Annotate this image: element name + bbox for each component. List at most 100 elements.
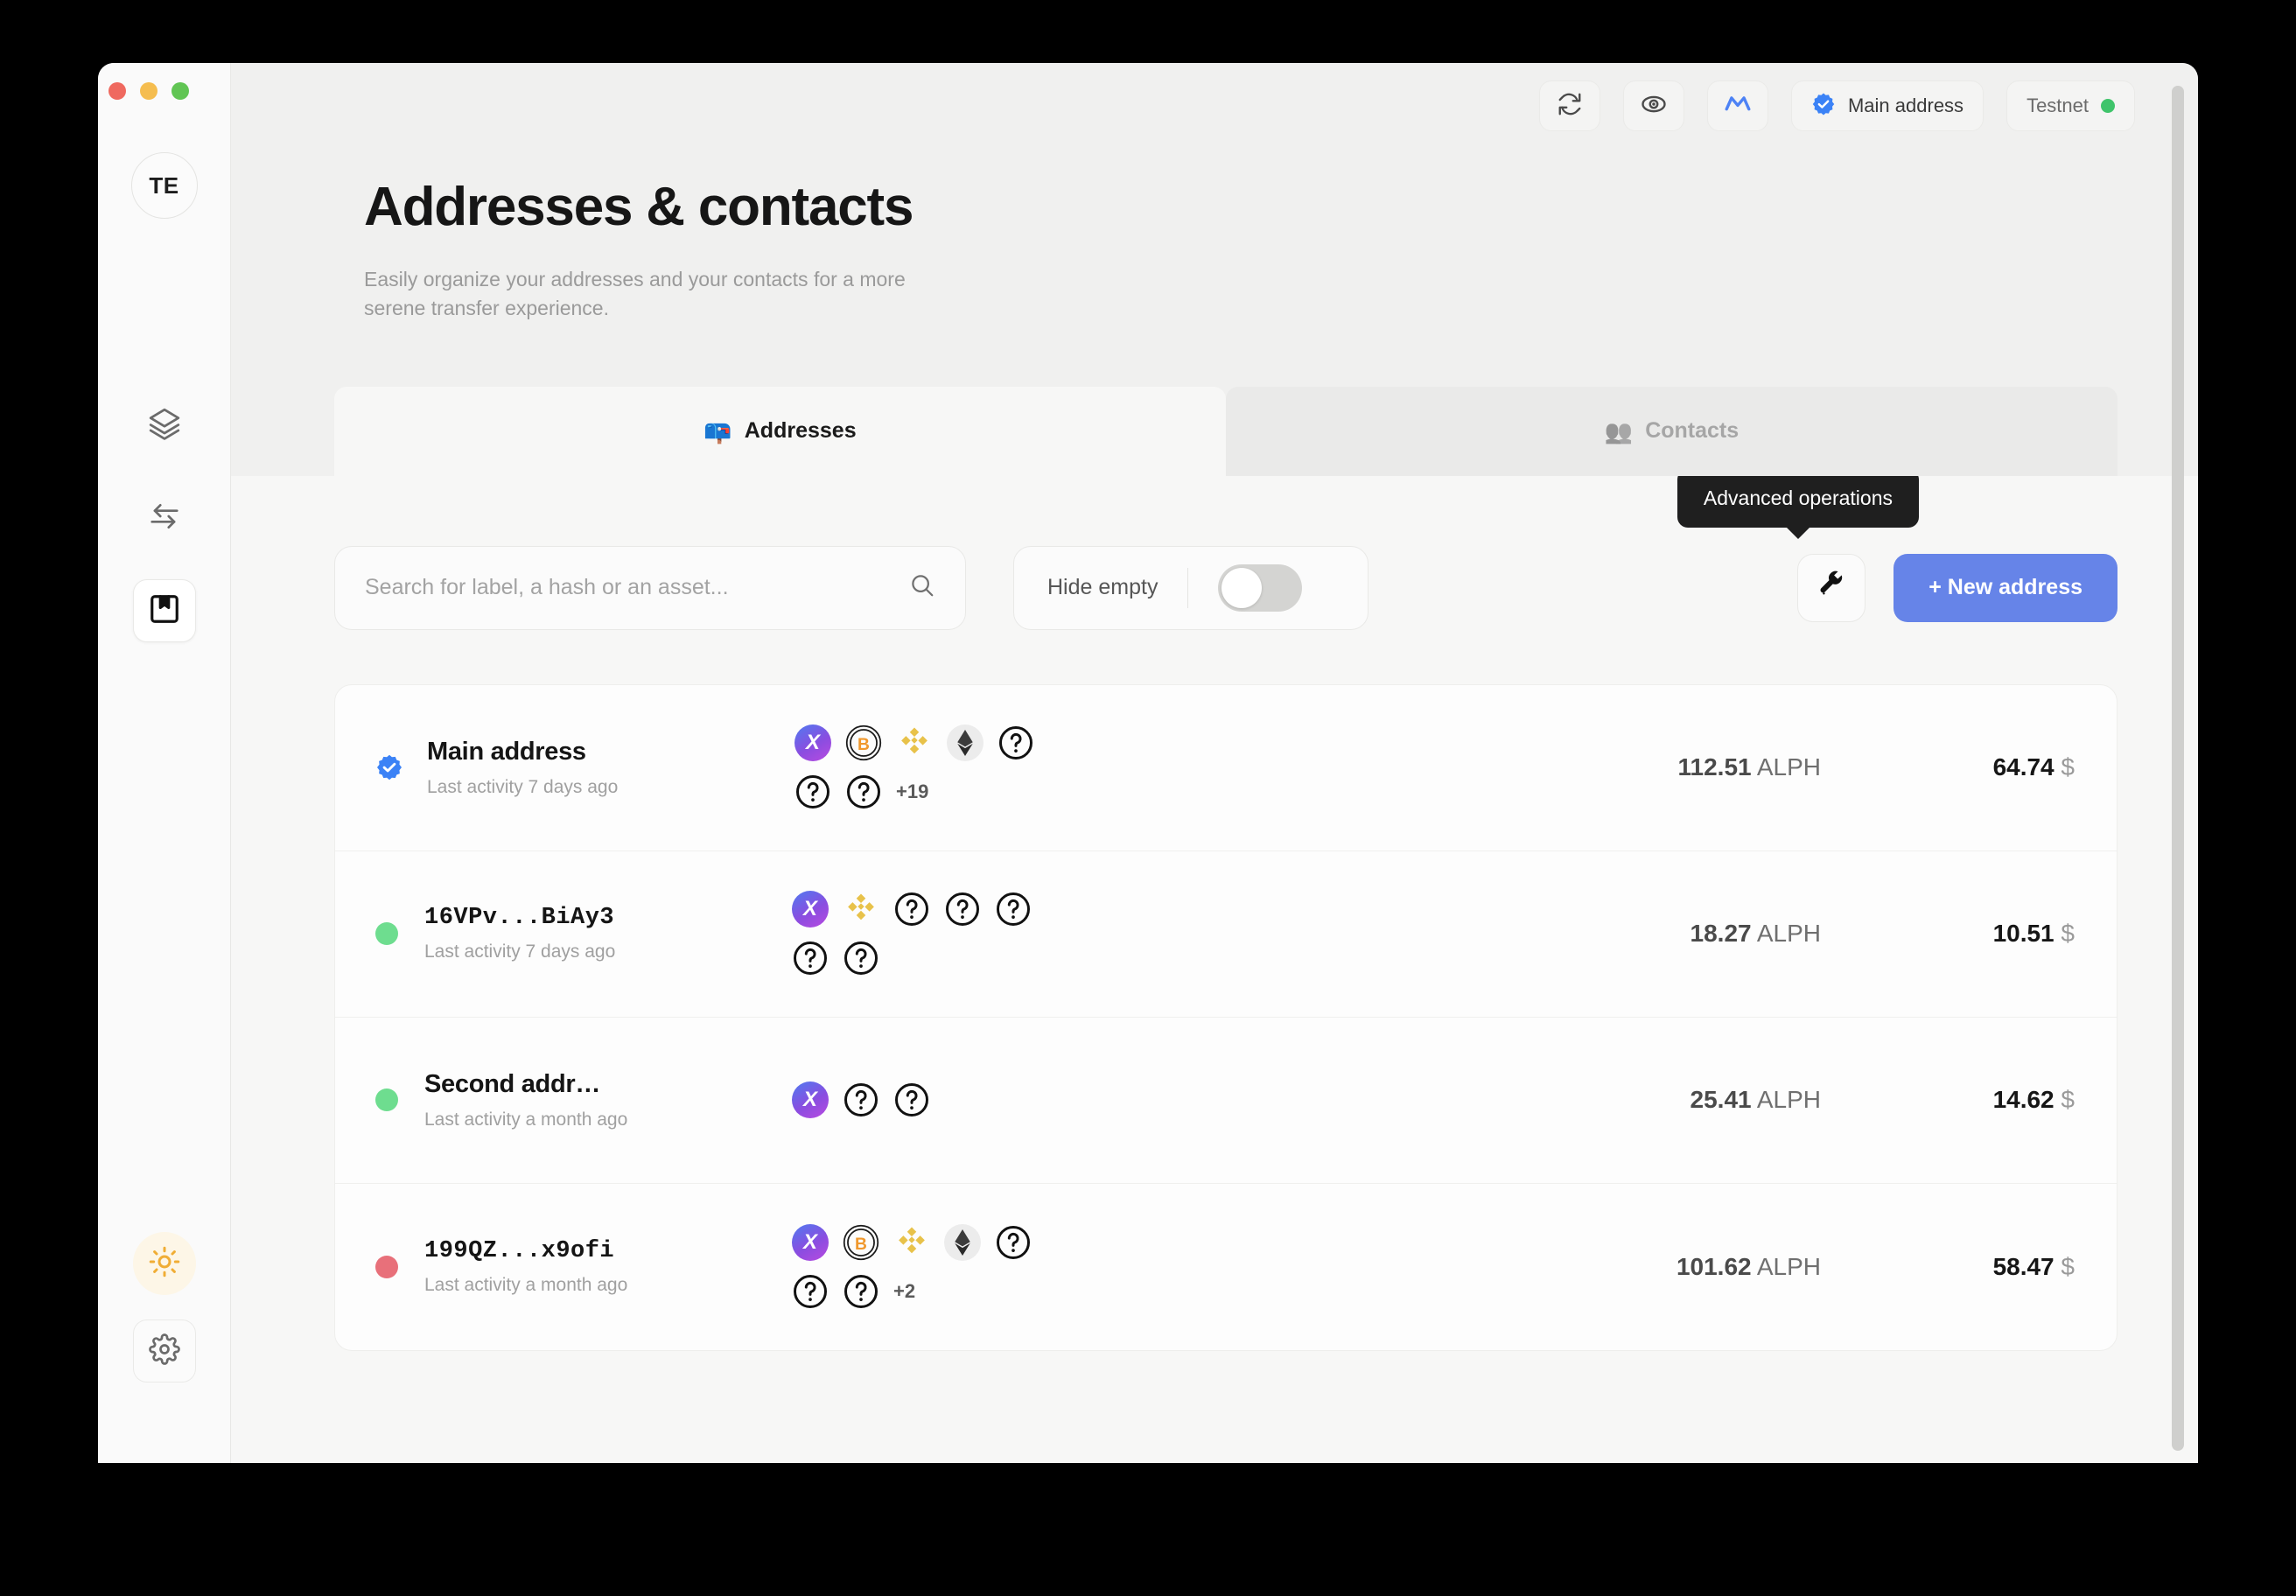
toggle-knob [1222,567,1263,608]
settings-button[interactable] [132,1320,196,1382]
avatar[interactable]: TE [130,152,198,219]
address-list: Main address Last activity 7 days ago X … [334,683,2118,1351]
asset-icons: X [792,891,1081,976]
ethereum-token-icon [947,724,984,762]
sidebar-nav [132,394,196,642]
bitcoin-token-icon: B [845,724,882,762]
hide-empty-label: Hide empty [1047,575,1158,600]
alephium-token-icon: X [792,1223,829,1261]
sun-icon [149,1246,180,1282]
wrench-icon [1816,570,1846,606]
unknown-token-icon [893,1082,930,1118]
status-badge [375,1088,398,1112]
bitcoin-token-icon: B [843,1223,879,1261]
address-book-icon [148,592,181,630]
theme-toggle-button[interactable] [132,1232,196,1295]
address-label: Second addr… [424,1069,601,1098]
mailbox-icon: 📪 [704,417,732,444]
address-amount: 25.41 ALPH [1558,1086,1821,1114]
network-selector[interactable]: Testnet [2006,80,2135,131]
address-fiat-unit: $ [2061,1086,2075,1114]
address-amount: 18.27 ALPH [1558,920,1821,948]
top-bar: Main address Testnet [231,63,2198,149]
transfer-arrows-icon [148,500,181,537]
page-subtitle: Easily organize your addresses and your … [364,268,906,320]
alephium-token-icon: X [792,891,829,928]
address-amount-value: 25.41 [1690,1086,1752,1114]
table-row[interactable]: Second addr… Last activity a month ago X [335,1018,2117,1184]
new-address-button[interactable]: + New address [1894,553,2118,622]
page-title: Addresses & contacts [364,177,914,237]
tab-addresses-label: Addresses [744,418,857,444]
alephium-token-icon: X [792,1082,829,1119]
sidebar-item-overview[interactable] [133,394,196,457]
address-amount-value: 18.27 [1690,920,1752,948]
current-address-selector[interactable]: Main address [1790,80,1984,131]
app-window: TE Main address Testnet Addresses & cont… [98,63,2198,1463]
address-amount-value: 112.51 [1677,753,1752,781]
verified-badge-icon [1811,92,1836,121]
table-row[interactable]: Main address Last activity 7 days ago X … [335,685,2117,851]
address-amount-value: 101.62 [1676,1252,1752,1280]
address-activity: Last activity a month ago [424,1109,628,1130]
sidebar-item-transfers[interactable] [133,486,196,550]
unknown-token-icon [995,891,1032,928]
binance-token-icon [843,891,879,928]
search-box[interactable] [334,545,966,630]
address-fiat-value: 10.51 [1992,920,2054,948]
table-row[interactable]: 199QZ...x9ofi Last activity a month ago … [335,1184,2117,1350]
advanced-operations-button[interactable] [1797,553,1866,622]
scrollbar[interactable] [2172,86,2184,1463]
divider [1187,567,1189,608]
unknown-token-icon [843,1273,879,1310]
hero-section: Addresses & contacts Easily organize you… [231,149,2198,324]
search-icon[interactable] [909,572,935,603]
content-area: Hide empty + New address [231,475,2198,1463]
unknown-token-icon [893,891,930,928]
scrollbar-thumb[interactable] [2172,86,2184,1451]
address-fiat: 58.47 $ [1943,1253,2075,1281]
address-fiat-unit: $ [2061,1252,2075,1280]
tab-addresses[interactable]: 📪 Addresses [334,386,1226,476]
close-window-button[interactable] [108,82,126,100]
address-fiat-value: 14.62 [1992,1086,2054,1114]
tab-bar: 📪 Addresses 👥 Contacts [334,386,2118,476]
address-label: 16VPv...BiAy3 [424,905,615,932]
address-fiat: 64.74 $ [1943,753,2075,781]
hide-balance-button[interactable] [1622,80,1684,131]
wallet-button[interactable] [1706,80,1768,131]
avatar-initials: TE [149,172,179,199]
table-row[interactable]: 16VPv...BiAy3 Last activity 7 days ago X [335,851,2117,1018]
svg-text:B: B [858,736,870,754]
maximize-window-button[interactable] [172,82,189,100]
svg-text:B: B [855,1236,867,1254]
layers-icon [148,407,181,444]
address-info: Main address Last activity 7 days ago [427,738,794,798]
address-fiat: 10.51 $ [1943,920,2075,948]
search-input[interactable] [365,575,899,601]
ethereum-token-icon [944,1223,981,1261]
address-amount-unit: ALPH [1756,1252,1821,1280]
minimize-window-button[interactable] [140,82,158,100]
asset-icons: X B [792,1223,1081,1310]
hide-empty-control[interactable]: Hide empty [1013,545,1368,630]
unknown-token-icon [845,774,882,810]
asset-icons: X [792,1082,1081,1119]
hide-empty-toggle[interactable] [1218,564,1303,612]
unknown-token-icon [843,1082,879,1118]
address-info: Second addr… Last activity a month ago [424,1070,792,1130]
status-badge [375,1255,398,1278]
main-address-badge-icon [375,753,403,781]
sidebar-item-addresses[interactable] [132,579,196,642]
address-fiat-value: 64.74 [1992,753,2054,781]
address-activity: Last activity a month ago [424,1274,628,1295]
binance-token-icon [896,724,933,761]
address-label: Main address [427,737,586,766]
unknown-token-icon [843,940,879,976]
address-info: 199QZ...x9ofi Last activity a month ago [424,1238,792,1296]
advanced-operations-tooltip: Advanced operations [1676,475,1919,539]
address-info: 16VPv...BiAy3 Last activity 7 days ago [424,905,792,962]
tab-contacts[interactable]: 👥 Contacts [1226,386,2118,476]
refresh-button[interactable] [1538,80,1600,131]
address-amount-unit: ALPH [1756,920,1821,948]
